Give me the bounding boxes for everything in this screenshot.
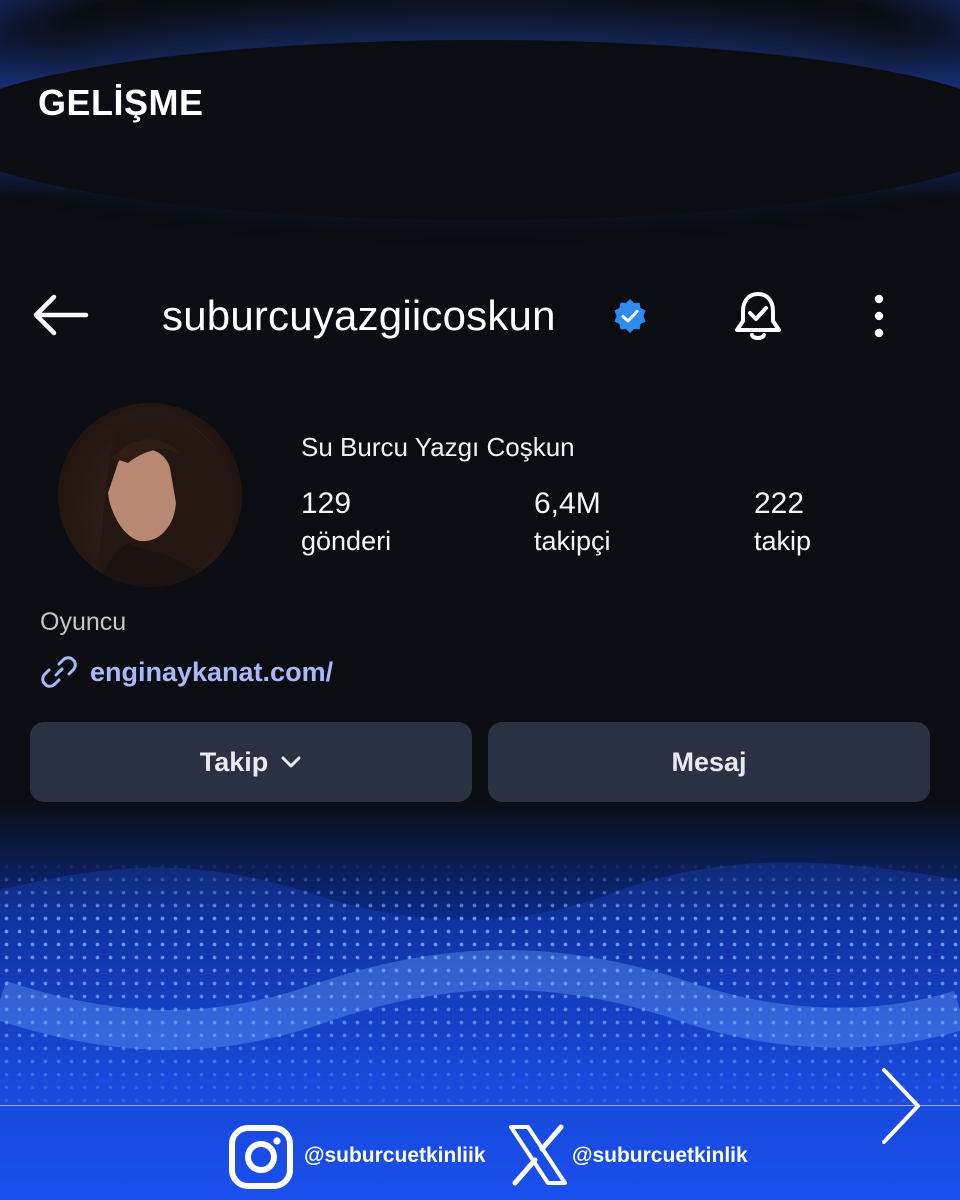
x-handle[interactable]: @suburcuetkinlik: [572, 1144, 748, 1168]
stat-label: takipçi: [534, 526, 611, 556]
avatar-photo: [88, 415, 230, 587]
profile-display-name: Su Burcu Yazgı Coşkun: [301, 432, 575, 462]
notification-bell-icon: [735, 292, 781, 340]
dot-pattern: [0, 860, 960, 1110]
message-button[interactable]: Mesaj: [488, 722, 930, 802]
stat-value: 222: [754, 487, 805, 520]
next-slide-button[interactable]: [876, 1066, 924, 1146]
x-logo-icon[interactable]: [508, 1124, 568, 1186]
stat-label: gönderi: [301, 526, 392, 556]
stat-following[interactable]: 222 takip: [754, 487, 811, 561]
stat-value: 129: [301, 487, 352, 520]
stat-value: 6,4M: [534, 487, 601, 520]
profile-username: suburcuyazgiicoskun: [162, 292, 556, 339]
profile-bio: Oyuncu: [40, 608, 127, 636]
footer-divider: [0, 1105, 960, 1106]
stat-posts[interactable]: 129 gönderi: [301, 487, 391, 561]
chevron-right-icon: [882, 1068, 920, 1144]
profile-link-text[interactable]: enginaykanat.com/: [90, 657, 333, 688]
follow-button-label: Takip: [199, 746, 269, 777]
more-options-button[interactable]: [860, 292, 898, 340]
back-arrow-icon: [33, 294, 89, 336]
back-button[interactable]: [30, 290, 90, 340]
message-button-label: Mesaj: [671, 746, 747, 777]
notification-bell-button[interactable]: [730, 288, 786, 344]
chevron-down-icon: [281, 756, 301, 768]
instagram-handle[interactable]: @suburcuetkinliik: [304, 1144, 486, 1168]
more-vertical-icon: [874, 294, 884, 338]
instagram-icon[interactable]: [228, 1124, 294, 1190]
link-icon: [41, 656, 77, 688]
follow-button[interactable]: Takip: [30, 722, 472, 802]
profile-link[interactable]: enginaykanat.com/: [40, 652, 333, 692]
brand-title: GELİŞME: [38, 82, 204, 123]
verified-badge-icon: [614, 299, 646, 333]
stat-followers[interactable]: 6,4M takipçi: [534, 487, 611, 561]
avatar[interactable]: [58, 403, 242, 587]
stat-label: takip: [754, 526, 812, 556]
